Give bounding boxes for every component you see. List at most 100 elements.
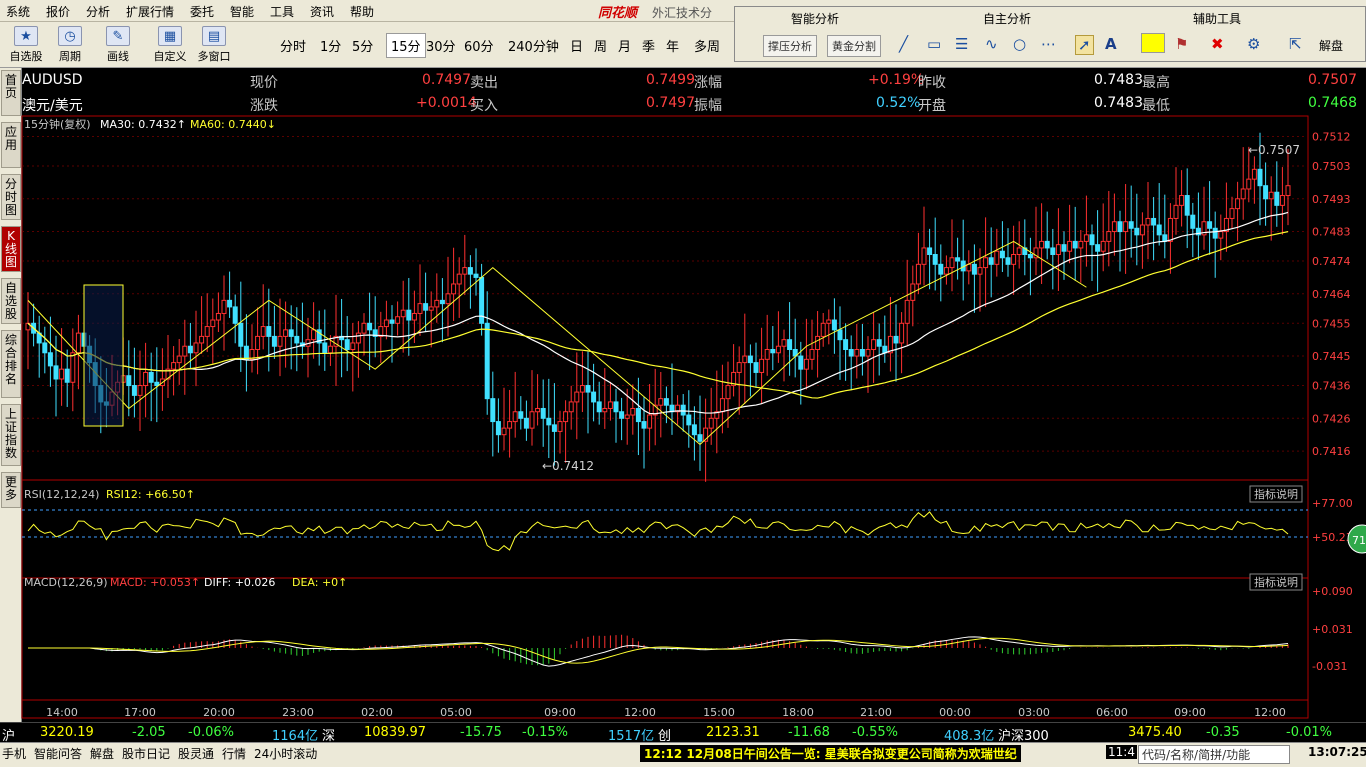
taskbar-item-6[interactable]: 24小时滚动 xyxy=(254,745,317,762)
candle-body xyxy=(350,342,356,351)
candle-body xyxy=(1050,247,1056,255)
taskbar-item-5[interactable]: 行情 xyxy=(222,745,246,762)
status-cy_idx: 2123.31 xyxy=(706,725,760,740)
status-hs_chg: -0.35 xyxy=(1206,725,1240,740)
x-tick-label: 05:00 xyxy=(440,706,472,719)
x-tick-label: 09:00 xyxy=(544,706,576,719)
zigzag-line xyxy=(27,240,1087,446)
candle-body xyxy=(182,345,188,357)
candle-body xyxy=(266,326,272,337)
candle-body xyxy=(803,358,809,370)
candle-body xyxy=(753,362,759,373)
candle-body xyxy=(193,342,199,354)
news-ticker[interactable]: 12:12 12月08日午间公告一览: 星美联合拟变更公司简称为欢瑞世纪 xyxy=(640,745,1021,762)
rsi-badge-value: 71 xyxy=(1352,534,1366,547)
y-tick-label: 0.7512 xyxy=(1312,131,1351,144)
x-tick-label: 14:00 xyxy=(46,706,78,719)
candle-body xyxy=(938,263,944,275)
candle-body xyxy=(854,349,860,357)
candle-body xyxy=(1268,191,1274,200)
candle-body xyxy=(719,398,725,413)
candle-body xyxy=(1240,188,1246,200)
candle-body xyxy=(361,322,367,334)
candle-body xyxy=(775,345,781,354)
candle-body xyxy=(395,316,401,324)
candle-body xyxy=(1184,195,1190,216)
candle-body xyxy=(915,263,921,285)
taskbar-item-2[interactable]: 解盘 xyxy=(90,745,114,762)
taskbar-item-4[interactable]: 股灵通 xyxy=(178,745,214,762)
rsi-tick-label: +50.23 xyxy=(1312,531,1353,544)
candle-body xyxy=(523,417,529,429)
candle-body xyxy=(277,335,283,347)
candle-body xyxy=(1072,240,1078,249)
candle-body xyxy=(42,342,48,354)
taskbar-item-3[interactable]: 股市日记 xyxy=(122,745,170,762)
status-sh_pct: -0.06% xyxy=(188,725,234,740)
candle-body xyxy=(456,273,462,285)
candle-body xyxy=(591,391,597,403)
candle-body xyxy=(1246,178,1252,190)
high-annotation: ←0.7507 xyxy=(1248,143,1300,157)
candle-body xyxy=(1067,240,1073,252)
search-input[interactable]: 代码/名称/简拼/功能 xyxy=(1138,745,1290,764)
candle-body xyxy=(204,326,210,337)
candle-body xyxy=(1139,224,1145,236)
candle-body xyxy=(927,247,933,255)
candle-body xyxy=(971,263,977,275)
short-time: 11:4 xyxy=(1106,745,1137,759)
candle-body xyxy=(899,322,905,344)
candle-body xyxy=(137,385,143,396)
candle-body xyxy=(1162,234,1168,242)
candle-body xyxy=(467,267,473,275)
candle-body xyxy=(507,421,513,429)
rsi-legend-name: RSI(12,12,24) xyxy=(24,488,99,501)
candle-body xyxy=(1128,221,1134,229)
candle-body xyxy=(283,329,289,337)
candle-body xyxy=(484,322,490,400)
candle-body xyxy=(1151,217,1157,226)
y-tick-label: 0.7455 xyxy=(1312,317,1351,330)
candle-body xyxy=(1011,253,1017,265)
candle-body xyxy=(232,306,238,324)
candle-body xyxy=(53,365,59,380)
candle-body xyxy=(1044,240,1050,249)
candle-body xyxy=(1089,234,1095,246)
candle-body xyxy=(568,401,574,413)
x-tick-label: 06:00 xyxy=(1096,706,1128,719)
selection-box[interactable] xyxy=(83,284,124,427)
candle-body xyxy=(680,404,686,416)
candle-body xyxy=(221,299,227,314)
candle-body xyxy=(367,322,373,331)
taskbar-item-0[interactable]: 手机 xyxy=(2,745,26,762)
ma60-legend: MA60: 0.7440↓ xyxy=(190,118,276,131)
candle-body xyxy=(238,322,244,347)
candle-body xyxy=(227,299,233,308)
candle-body xyxy=(59,368,65,380)
candle-body xyxy=(658,398,664,406)
candle-body xyxy=(389,319,395,324)
candle-body xyxy=(260,326,266,337)
taskbar-item-1[interactable]: 智能问答 xyxy=(34,745,82,762)
candle-body xyxy=(859,349,865,357)
candle-body xyxy=(439,299,445,305)
y-tick-label: 0.7426 xyxy=(1312,412,1351,425)
candle-body xyxy=(495,421,501,436)
candle-body xyxy=(943,267,949,275)
candle-body xyxy=(176,355,182,364)
candle-body xyxy=(215,312,221,321)
candle-body xyxy=(815,335,821,351)
status-cy_chg: -11.68 xyxy=(788,725,830,740)
candle-body xyxy=(747,355,753,364)
x-tick-label: 12:00 xyxy=(624,706,656,719)
candle-body xyxy=(1218,231,1224,239)
macd-tick-label: -0.031 xyxy=(1312,660,1347,673)
candle-body xyxy=(904,299,910,324)
kline-chart[interactable]: 0.7512 0.7503 0.7493 0.7483 0.7474 0.7464 0.74… xyxy=(0,0,1366,767)
candle-body xyxy=(831,319,837,331)
candle-body xyxy=(1235,198,1241,210)
candle-body xyxy=(288,329,294,337)
candle-body xyxy=(255,335,261,351)
candle-body xyxy=(327,345,333,354)
x-tick-label: 00:00 xyxy=(939,706,971,719)
